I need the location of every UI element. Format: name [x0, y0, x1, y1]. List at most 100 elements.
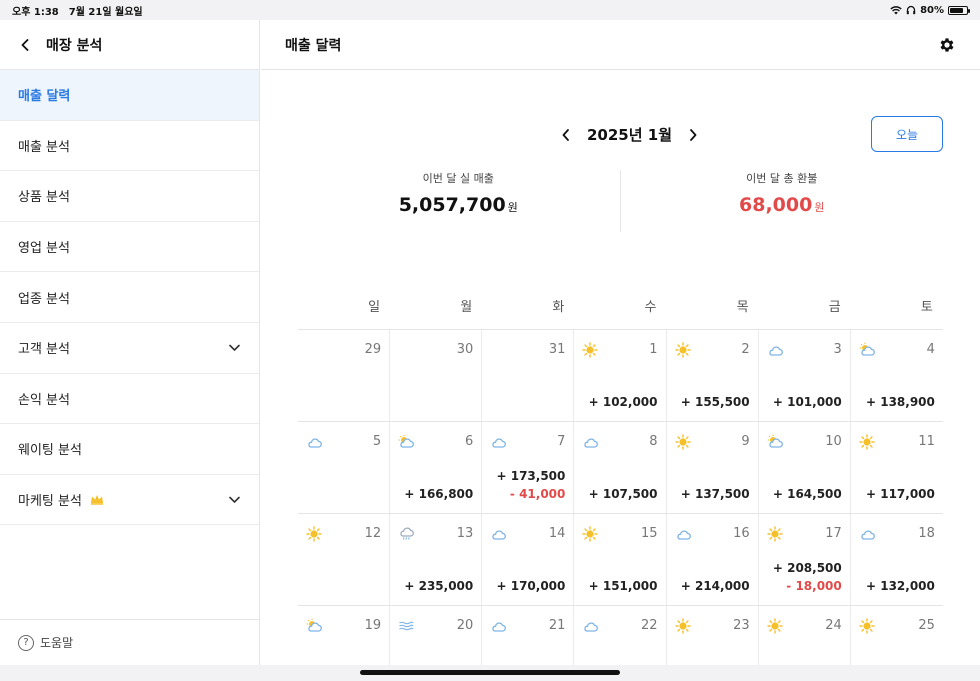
sunny-weather-icon [582, 526, 599, 542]
day-amounts: + 137,500 [681, 485, 750, 503]
day-number: 31 [548, 342, 566, 357]
calendar-day[interactable]: 20 [390, 606, 483, 665]
sidebar-item[interactable]: 매출 달력 [0, 70, 259, 121]
monthly-sales: 이번 달 실 매출 5,057,700 원 [297, 170, 620, 232]
sidebar-item[interactable]: 마케팅 분석 [0, 475, 259, 526]
calendar-day[interactable]: 2 + 155,500 [667, 330, 759, 421]
calendar-day[interactable]: 25 [851, 606, 943, 665]
day-number: 15 [640, 526, 658, 541]
calendar-day[interactable]: 14 + 170,000 [482, 514, 575, 605]
calendar-day[interactable]: 3 + 101,000 [759, 330, 851, 421]
calendar-day[interactable]: 10 + 164,500 [759, 422, 851, 513]
calendar-day[interactable]: 30 [390, 330, 483, 421]
chevron-down-icon[interactable] [229, 342, 241, 354]
wifi-icon [890, 6, 902, 15]
partly-sunny-weather-icon [306, 618, 322, 634]
day-number: 18 [918, 526, 935, 541]
calendar-day[interactable]: 17 + 208,500 - 18,000 [759, 514, 851, 605]
day-sales: + 132,000 [865, 579, 935, 593]
calendar-day[interactable]: 22 [574, 606, 667, 665]
calendar-day[interactable]: 21 [482, 606, 575, 665]
cloudy-weather-icon [767, 342, 783, 358]
calendar-day[interactable]: 31 [482, 330, 575, 421]
day-sales: + 155,500 [680, 395, 750, 409]
chevron-down-icon[interactable] [229, 494, 241, 506]
sidebar-header: 매장 분석 [0, 20, 259, 70]
sidebar-item[interactable]: 손익 분석 [0, 374, 259, 425]
summary-amount: 68,000 [739, 194, 813, 216]
calendar-day[interactable]: 19 [298, 606, 391, 665]
calendar-day[interactable]: 23+ 138,500 [667, 606, 759, 665]
help-button[interactable]: ? 도움말 [0, 619, 259, 665]
calendar-day[interactable]: 29 [298, 330, 391, 421]
day-number: 21 [548, 618, 566, 633]
back-arrow-icon[interactable] [18, 38, 32, 52]
sidebar-item[interactable]: 매출 분석 [0, 121, 259, 172]
calendar-day[interactable]: 13 + 235,000 [390, 514, 483, 605]
sidebar-item[interactable]: 영업 분석 [0, 222, 259, 273]
sidebar-item-label: 손익 분석 [18, 392, 70, 408]
sidebar-item[interactable]: 상품 분석 [0, 171, 259, 222]
summary-label: 이번 달 실 매출 [422, 172, 494, 185]
calendar-day[interactable]: 7 + 173,500 - 41,000 [482, 422, 575, 513]
calendar-day[interactable]: 18 + 132,000 [851, 514, 943, 605]
crown-icon [90, 494, 104, 505]
day-amounts: + 170,000 [496, 577, 565, 595]
cloudy-weather-icon [859, 526, 875, 542]
calendar-day[interactable]: 4 + 138,900 [851, 330, 943, 421]
sidebar-item-label: 고객 분석 [18, 342, 70, 358]
rainy-weather-icon [398, 526, 414, 542]
calendar-day[interactable]: 16 + 214,000 [667, 514, 759, 605]
day-sales: + 214,000 [680, 579, 750, 593]
calendar-day[interactable]: 1 + 102,000 [574, 330, 667, 421]
day-amounts: + 107,500 [589, 485, 658, 503]
home-indicator[interactable] [360, 670, 620, 675]
day-number: 22 [640, 618, 658, 633]
calendar-day[interactable]: 8 + 107,500 [574, 422, 667, 513]
partly-sunny-weather-icon [767, 434, 783, 450]
calendar-day[interactable]: 12 [298, 514, 391, 605]
sunny-weather-icon [766, 618, 783, 634]
sidebar-item-label: 영업 분석 [18, 241, 70, 257]
day-number: 6 [464, 434, 474, 449]
day-number: 19 [364, 618, 382, 633]
calendar-day[interactable]: 5 [298, 422, 391, 513]
main-panel: 매출 달력 2025년 1월 오늘 이번 달 실 매출 5,057,700 원 이번 … [261, 20, 980, 665]
gear-icon[interactable] [938, 36, 956, 54]
summary-label: 이번 달 총 환불 [746, 172, 818, 185]
sidebar: 매장 분석 매출 달력 매출 분석 상품 분석영업 분석업종 분석고객 분석손익 분… [0, 20, 260, 665]
battery-fill [950, 7, 963, 13]
calendar-week: 29 30 31 1 + 102,000 2 + 155,500 3 + 101,000 4 + 1… [298, 330, 943, 422]
sidebar-item[interactable]: 업종 분석 [0, 272, 259, 323]
day-number: 20 [456, 618, 474, 633]
today-button[interactable]: 오늘 [871, 116, 943, 152]
day-amounts: + 117,000 [866, 485, 935, 503]
calendar-day[interactable]: 11 + 117,000 [851, 422, 943, 513]
day-sales: + 102,000 [588, 395, 658, 409]
next-month-icon[interactable] [686, 128, 700, 142]
day-amounts: + 214,000 [681, 577, 750, 595]
calendar-week: 5 6 + 166,800 7 + 173,500 - 41,000 8 + 107,500 9… [298, 422, 943, 514]
sunny-weather-icon [766, 526, 783, 542]
weekday-label: 금 [828, 300, 841, 315]
current-month: 2025년 1월 [587, 126, 673, 144]
calendar-day[interactable]: 6 + 166,800 [390, 422, 483, 513]
weekday-header: 일월화수목금토 [298, 296, 943, 315]
prev-month-icon[interactable] [559, 128, 573, 142]
weekday-label: 일 [368, 300, 381, 315]
day-number: 5 [372, 434, 382, 449]
sunny-weather-icon [859, 618, 875, 634]
day-number: 7 [557, 434, 566, 449]
help-icon: ? [18, 634, 34, 651]
sidebar-item[interactable]: 고객 분석 [0, 323, 259, 374]
day-number: 2 [741, 342, 750, 357]
sidebar-item[interactable]: 웨이팅 분석 [0, 424, 259, 475]
help-label: 도움말 [40, 636, 74, 650]
calendar-day[interactable]: 15 + 151,000 [574, 514, 667, 605]
calendar-day[interactable]: 9 + 137,500 [667, 422, 759, 513]
cloudy-weather-icon [582, 618, 599, 634]
day-sales: + 170,000 [496, 579, 566, 593]
battery-icon [948, 5, 970, 15]
cloudy-weather-icon [582, 434, 599, 450]
calendar-day[interactable]: 24 [759, 606, 851, 665]
